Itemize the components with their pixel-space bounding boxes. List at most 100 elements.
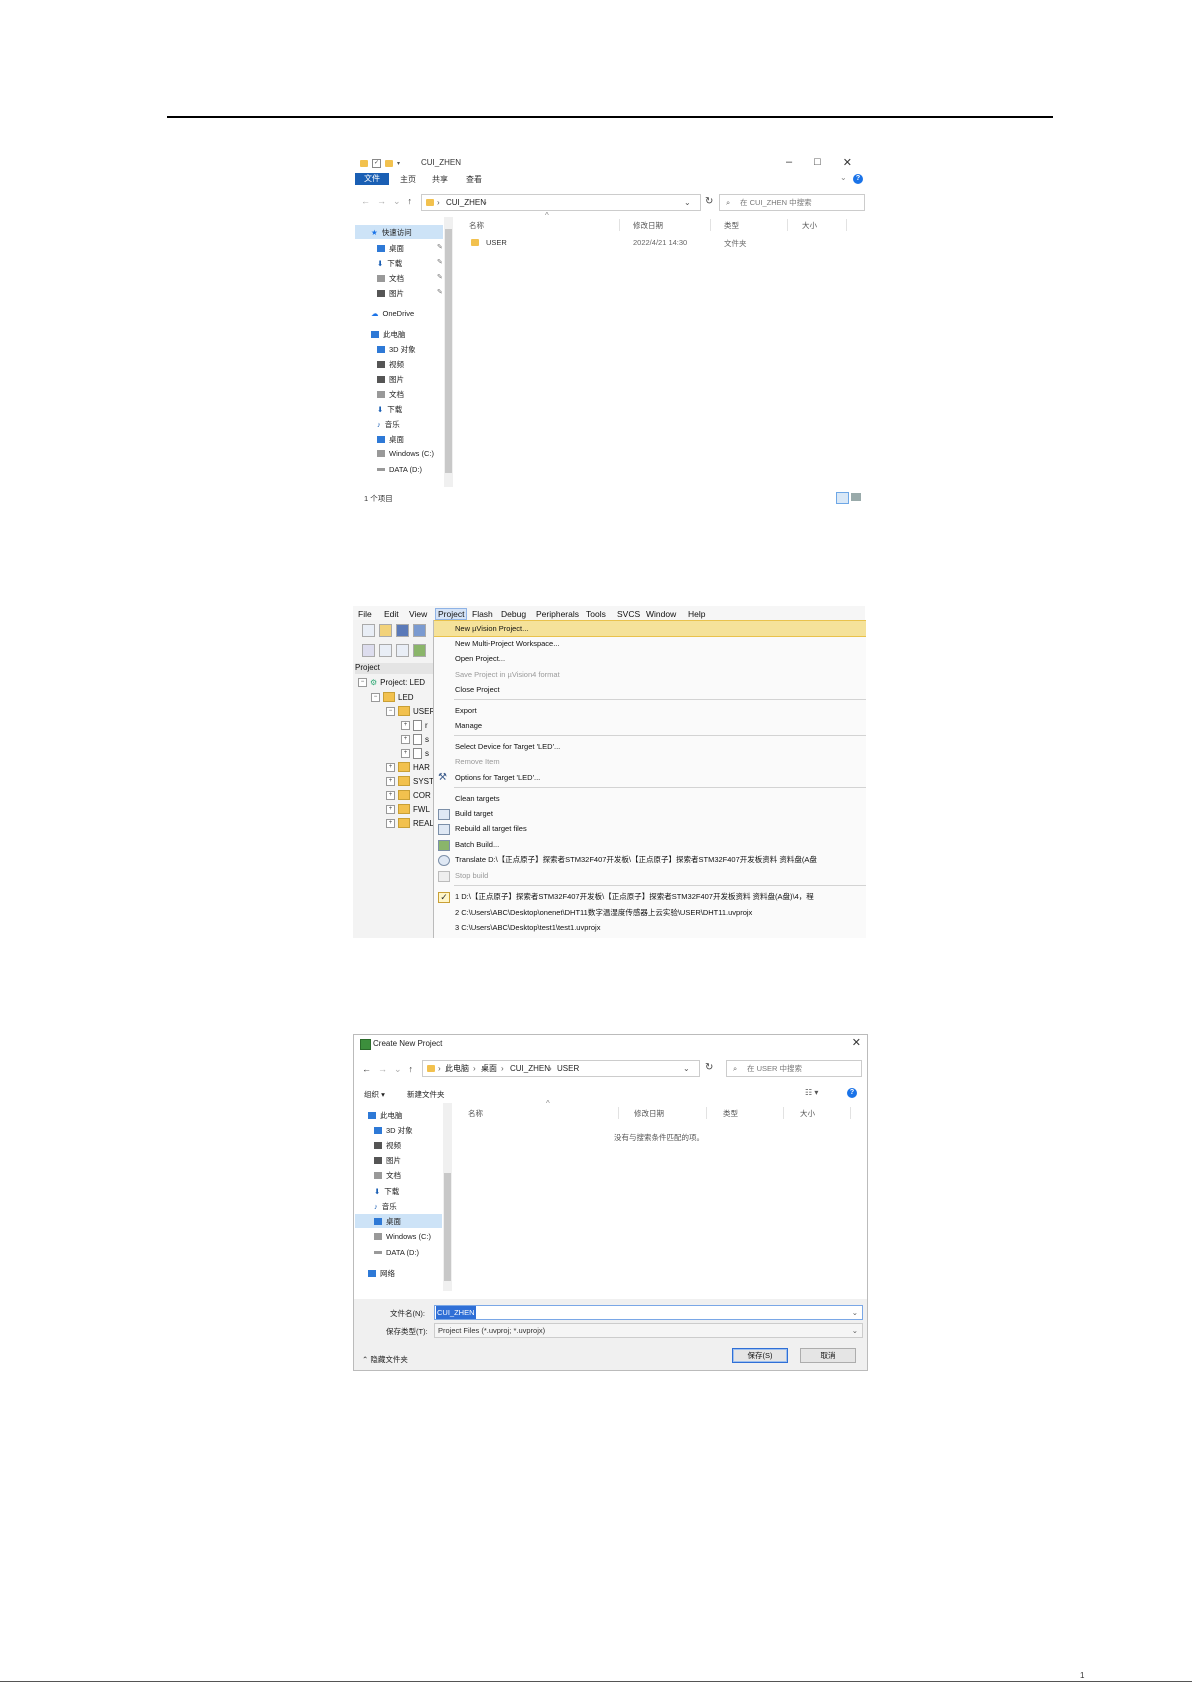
menu-item-build-target[interactable]: Build target [434,806,866,821]
menu-item-close-project[interactable]: Close Project [434,682,866,697]
back-icon[interactable]: ← [362,1064,371,1075]
nav-this-pc[interactable]: 此电脑 [368,1110,403,1121]
save-all-icon[interactable] [413,624,426,637]
tab-file[interactable]: 文件 [355,173,389,185]
ribbon-expand-icon[interactable]: ⌄ [840,173,847,182]
tree-file[interactable]: + s [401,734,429,745]
hide-folders-toggle[interactable]: ⌃ 隐藏文件夹 [362,1354,408,1365]
nav-scrollbar[interactable] [443,1103,452,1291]
build-icon[interactable] [379,644,392,657]
col-type[interactable]: 类型 [723,1108,738,1119]
tab-view[interactable]: 查看 [466,174,482,185]
tree-group[interactable]: + HAR [386,762,430,772]
menu-item-options-for-target[interactable]: ⚒ Options for Target 'LED'... [434,770,866,785]
tree-file[interactable]: + s [401,748,429,759]
menu-window[interactable]: Window [646,609,676,619]
help-icon[interactable]: ? [853,174,863,184]
col-separator[interactable] [787,219,788,231]
menu-item-translate[interactable]: Translate D:\【正点原子】探索者STM32F407开发板\【正点原子… [434,852,866,867]
recent-dropdown-icon[interactable]: ⌄ [393,196,401,207]
refresh-icon[interactable]: ↻ [705,1062,713,1073]
menu-svcs[interactable]: SVCS [617,609,640,619]
menu-flash[interactable]: Flash [472,609,493,619]
tree-group-user[interactable]: − USER [386,706,435,716]
tree-project[interactable]: − ⚙ Project: LED [358,678,425,687]
expand-icon[interactable]: + [386,776,395,786]
view-options-icon[interactable]: ☷ ▾ [805,1088,818,1097]
save-icon[interactable] [396,624,409,637]
nav-scrollbar[interactable] [444,217,453,487]
collapse-icon[interactable]: − [358,678,367,687]
refresh-icon[interactable]: ↻ [705,196,713,207]
tree-file[interactable]: + r [401,720,428,731]
menu-help[interactable]: Help [688,609,705,619]
forward-icon[interactable]: → [378,1064,387,1075]
new-file-icon[interactable] [362,624,375,637]
nav-scrollbar-thumb[interactable] [444,1173,451,1281]
large-icons-view-icon[interactable] [851,493,861,501]
menu-project[interactable]: Project [435,608,468,620]
nav-drive-d[interactable]: DATA (D:) [374,1248,419,1257]
menu-item-recent-1[interactable]: ✓ 1 D:\【正点原子】探索者STM32F407开发板\【正点原子】探索者STM… [434,889,866,904]
address-dropdown-icon[interactable]: ⌄ [684,195,691,210]
menu-item-rebuild-all[interactable]: Rebuild all target files [434,821,866,836]
menu-item-manage[interactable]: Manage [434,718,866,733]
menu-item-export[interactable]: Export [434,703,866,718]
col-size[interactable]: 大小 [800,1108,815,1119]
menu-item-recent-2[interactable]: 2 C:\Users\ABC\Desktop\onenet\DHT11数字温湿度… [434,905,866,920]
menu-item-select-device[interactable]: Select Device for Target 'LED'... [434,739,866,754]
rebuild-icon[interactable] [396,644,409,657]
organize-button[interactable]: 组织 ▾ [364,1089,385,1100]
nav-quick-access[interactable]: ★ 快速访问 [371,227,412,238]
nav-documents[interactable]: 文档 [374,1170,401,1181]
nav-scrollbar-thumb[interactable] [445,229,452,473]
address-bar[interactable]: › 此电脑 › 桌面 › CUI_ZHEN › USER ⌄ [422,1060,700,1077]
up-icon[interactable]: ↑ [409,1064,414,1075]
collapse-icon[interactable]: − [371,692,380,702]
menu-item-open-project[interactable]: Open Project... [434,651,866,666]
open-icon[interactable] [379,624,392,637]
menu-item-new-uvision-project[interactable]: New µVision Project... [434,620,866,637]
close-icon[interactable]: ✕ [852,1036,861,1049]
address-path[interactable]: CUI_ZHEN [446,195,486,210]
nav-3d-objects[interactable]: 3D 对象 [374,1125,413,1136]
col-modified[interactable]: 修改日期 [633,220,663,231]
col-separator[interactable] [619,219,620,231]
maximize-icon[interactable]: □ [814,156,821,169]
menu-view[interactable]: View [409,609,427,619]
expand-icon[interactable]: + [386,762,395,772]
nav-desktop[interactable]: 桌面 [377,434,404,445]
nav-this-pc[interactable]: 此电脑 [371,329,406,340]
nav-documents-pinned[interactable]: 文档 [377,273,404,284]
collapse-icon[interactable]: − [386,706,395,716]
menu-item-clean-targets[interactable]: Clean targets [434,791,866,806]
table-row[interactable]: USER 2022/4/21 14:30 文件夹 [467,237,847,249]
nav-music[interactable]: ♪ 音乐 [374,1201,397,1212]
tree-group[interactable]: + FWL [386,804,430,814]
col-separator[interactable] [706,1107,707,1119]
back-icon[interactable]: ← [361,196,370,207]
address-dropdown-icon[interactable]: ⌄ [683,1061,690,1076]
col-size[interactable]: 大小 [802,220,817,231]
menu-peripherals[interactable]: Peripherals [536,609,579,619]
breadcrumb-user[interactable]: USER [557,1061,579,1076]
menu-item-batch-build[interactable]: Batch Build... [434,837,866,852]
tree-group[interactable]: + SYST [386,776,434,786]
address-bar[interactable]: › CUI_ZHEN › ⌄ [421,194,701,211]
expand-icon[interactable]: + [401,749,410,758]
close-icon[interactable]: ✕ [843,156,852,169]
filename-input[interactable]: CUI_ZHEN ⌄ [434,1305,863,1320]
col-separator[interactable] [846,219,847,231]
breadcrumb-this-pc[interactable]: 此电脑 [445,1061,469,1076]
search-box[interactable]: ⌕ 在 CUI_ZHEN 中搜索 [719,194,865,211]
save-button[interactable]: 保存(S) [732,1348,788,1363]
forward-icon[interactable]: → [377,196,386,207]
tree-target[interactable]: − LED [371,692,414,702]
col-modified[interactable]: 修改日期 [634,1108,664,1119]
help-icon[interactable]: ? [847,1088,857,1098]
col-type[interactable]: 类型 [724,220,739,231]
up-icon[interactable]: ↑ [408,196,413,207]
nav-desktop[interactable]: 桌面 [374,1216,401,1227]
expand-icon[interactable]: + [386,818,395,828]
nav-downloads[interactable]: ⬇ 下载 [374,1186,399,1197]
